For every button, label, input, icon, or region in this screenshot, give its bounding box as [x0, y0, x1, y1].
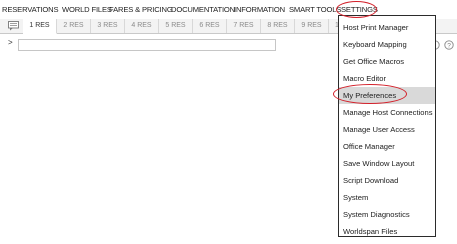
tab-9-res[interactable]: 9 RES: [295, 19, 329, 33]
menu-item-my-preferences[interactable]: My Preferences: [339, 87, 435, 104]
menu-item-save-window-layout[interactable]: Save Window Layout: [339, 155, 435, 172]
tab-8-res[interactable]: 8 RES: [261, 19, 295, 33]
menu-item-get-office-macros[interactable]: Get Office Macros: [339, 53, 435, 70]
command-prompt: >: [8, 38, 13, 47]
menu-item-keyboard-mapping[interactable]: Keyboard Mapping: [339, 36, 435, 53]
menu-item-script-download[interactable]: Script Download: [339, 172, 435, 189]
menu-world-files[interactable]: WORLD FILES: [62, 5, 112, 14]
menu-item-system[interactable]: System: [339, 189, 435, 206]
tab-6-res[interactable]: 6 RES: [193, 19, 227, 33]
menu-smart-tools[interactable]: SMART TOOLS: [289, 5, 341, 14]
menu-item-host-print-manager[interactable]: Host Print Manager: [339, 19, 435, 36]
menu-item-worldspan-files[interactable]: Worldspan Files: [339, 223, 435, 240]
menu-item-manage-host-connections[interactable]: Manage Host Connections: [339, 104, 435, 121]
menu-settings[interactable]: SETTINGS: [341, 5, 378, 14]
svg-text:?: ?: [447, 43, 451, 50]
menu-fares-pricing[interactable]: FARES & PRICING: [109, 5, 173, 14]
menu-reservations[interactable]: RESERVATIONS: [2, 5, 59, 14]
menu-item-office-manager[interactable]: Office Manager: [339, 138, 435, 155]
menu-item-manage-user-access[interactable]: Manage User Access: [339, 121, 435, 138]
tab-7-res[interactable]: 7 RES: [227, 19, 261, 33]
menu-item-macro-editor[interactable]: Macro Editor: [339, 70, 435, 87]
menu-information[interactable]: INFORMATION: [234, 5, 285, 14]
tab-5-res[interactable]: 5 RES: [159, 19, 193, 33]
tab-3-res[interactable]: 3 RES: [91, 19, 125, 33]
tab-4-res[interactable]: 4 RES: [125, 19, 159, 33]
menu-item-system-diagnostics[interactable]: System Diagnostics: [339, 206, 435, 223]
comment-icon[interactable]: [8, 21, 19, 31]
settings-dropdown: Host Print Manager Keyboard Mapping Get …: [338, 15, 436, 237]
tab-2-res[interactable]: 2 RES: [57, 19, 91, 33]
command-input[interactable]: [18, 39, 276, 51]
help-icon[interactable]: ?: [444, 40, 454, 50]
tab-1-res[interactable]: 1 RES: [23, 19, 57, 34]
menu-documentation[interactable]: DOCUMENTATION: [171, 5, 235, 14]
